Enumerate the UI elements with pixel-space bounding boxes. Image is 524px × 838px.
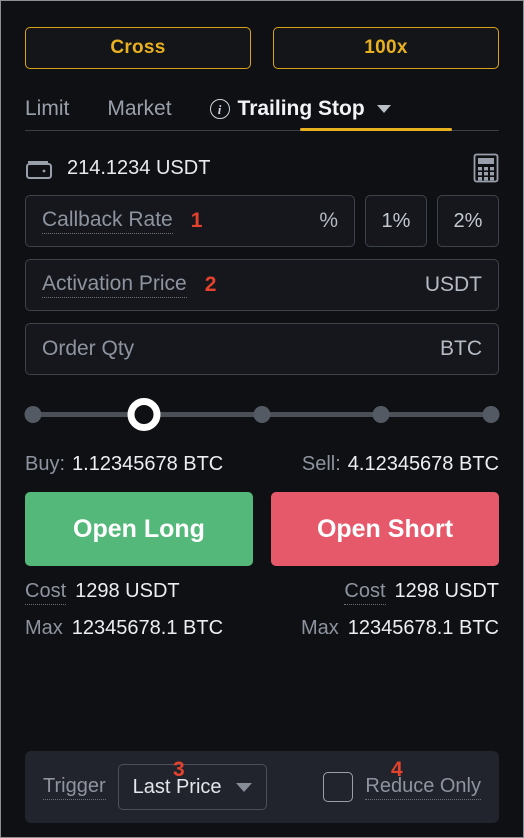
chevron-down-icon[interactable] — [376, 105, 391, 113]
annotation-marker-3: 3 — [173, 758, 185, 781]
cost-line: Cost 1298 USDT Cost 1298 USDT — [25, 580, 499, 605]
sell-estimate: Sell: 4.12345678 BTC — [262, 453, 499, 476]
slider-stop-0[interactable] — [24, 406, 42, 423]
activation-price-unit: USDT — [424, 273, 482, 296]
chevron-down-icon — [235, 782, 252, 792]
activation-price-label: Activation Price — [42, 272, 187, 298]
short-max-label: Max — [300, 617, 339, 639]
reduce-only-label: Reduce Only — [365, 775, 481, 800]
tab-trailing-stop[interactable]: i Trailing Stop — [209, 97, 391, 131]
margin-settings-row: Cross 100x — [1, 1, 523, 69]
order-qty-unit: BTC — [440, 337, 482, 360]
slider-stop-75[interactable] — [372, 406, 389, 423]
callback-rate-unit: % — [319, 209, 338, 232]
trigger-label: Trigger — [43, 775, 106, 800]
order-settings-bar: Trigger Last Price Reduce Only — [25, 751, 499, 823]
slider-stop-100[interactable] — [482, 406, 500, 423]
annotation-marker-1: 1 — [190, 209, 203, 232]
tab-market-label: Market — [107, 97, 172, 120]
tab-limit-label: Limit — [25, 97, 70, 120]
trigger-group: Trigger Last Price — [43, 764, 267, 810]
callback-rate-input[interactable]: Callback Rate 1 % — [25, 195, 355, 247]
reduce-only-checkbox[interactable] — [323, 772, 354, 802]
long-cost-value: 1298 USDT — [75, 580, 180, 602]
order-type-tabs: Limit Market i Trailing Stop — [1, 69, 523, 131]
short-max-value: 12345678.1 BTC — [347, 617, 499, 639]
callback-rate-label: Callback Rate — [42, 208, 173, 234]
open-long-button[interactable]: Open Long — [25, 492, 253, 566]
callback-preset-1[interactable]: 1% — [365, 195, 427, 247]
tab-market[interactable]: Market — [107, 97, 171, 131]
short-max: Max 12345678.1 BTC — [262, 617, 499, 640]
order-actions: Open Long Open Short — [1, 476, 523, 566]
slider-stop-50[interactable] — [253, 406, 271, 423]
max-line: Max 12345678.1 BTC Max 12345678.1 BTC — [25, 617, 499, 640]
annotation-marker-4: 4 — [391, 758, 403, 781]
available-balance-value: 214.1234 USDT — [67, 156, 211, 179]
buy-sell-estimates: Buy: 1.12345678 BTC Sell: 4.12345678 BTC — [1, 437, 523, 476]
short-cost-value: 1298 USDT — [394, 580, 500, 602]
margin-mode-button[interactable]: Cross — [25, 27, 251, 69]
order-qty-label: Order Qty — [42, 337, 135, 360]
trading-order-panel: Cross 100x Limit Market i Trailing Stop … — [0, 0, 524, 838]
order-qty-input[interactable]: Order Qty BTC — [25, 323, 499, 375]
cost-max-grid: Cost 1298 USDT Cost 1298 USDT Max 123456… — [1, 566, 523, 640]
wallet-icon — [25, 156, 53, 180]
short-cost: Cost 1298 USDT — [262, 580, 499, 605]
order-form: Callback Rate 1 % 1% 2% Activation Price… — [1, 189, 523, 375]
quantity-slider[interactable] — [24, 391, 500, 437]
activation-price-input[interactable]: Activation Price 2 USDT — [25, 259, 499, 311]
activation-price-row: Activation Price 2 USDT — [25, 259, 499, 311]
tab-trailing-stop-label: Trailing Stop — [237, 97, 365, 120]
active-tab-underline — [300, 128, 452, 131]
available-balance-row: 214.1234 USDT — [1, 131, 523, 189]
annotation-marker-2: 2 — [204, 273, 217, 296]
leverage-button[interactable]: 100x — [273, 27, 499, 69]
long-max: Max 12345678.1 BTC — [25, 617, 262, 640]
short-cost-label: Cost — [344, 580, 386, 605]
open-short-button[interactable]: Open Short — [271, 492, 499, 566]
buy-label: Buy: — [25, 453, 66, 475]
long-cost: Cost 1298 USDT — [25, 580, 262, 605]
buy-value: 1.12345678 BTC — [72, 453, 224, 475]
callback-rate-row: Callback Rate 1 % 1% 2% — [25, 195, 499, 247]
long-max-label: Max — [25, 617, 63, 639]
trigger-price-select[interactable]: Last Price — [117, 764, 267, 810]
sell-value: 4.12345678 BTC — [347, 453, 499, 475]
long-max-value: 12345678.1 BTC — [71, 617, 224, 639]
tab-limit[interactable]: Limit — [25, 97, 69, 131]
buy-estimate: Buy: 1.12345678 BTC — [25, 453, 262, 476]
calculator-icon[interactable] — [473, 153, 499, 183]
sell-label: Sell: — [301, 453, 341, 475]
slider-handle[interactable] — [127, 398, 160, 431]
order-qty-row: Order Qty BTC — [25, 323, 499, 375]
info-icon[interactable]: i — [209, 99, 230, 119]
long-cost-label: Cost — [25, 580, 67, 605]
callback-preset-2[interactable]: 2% — [437, 195, 499, 247]
